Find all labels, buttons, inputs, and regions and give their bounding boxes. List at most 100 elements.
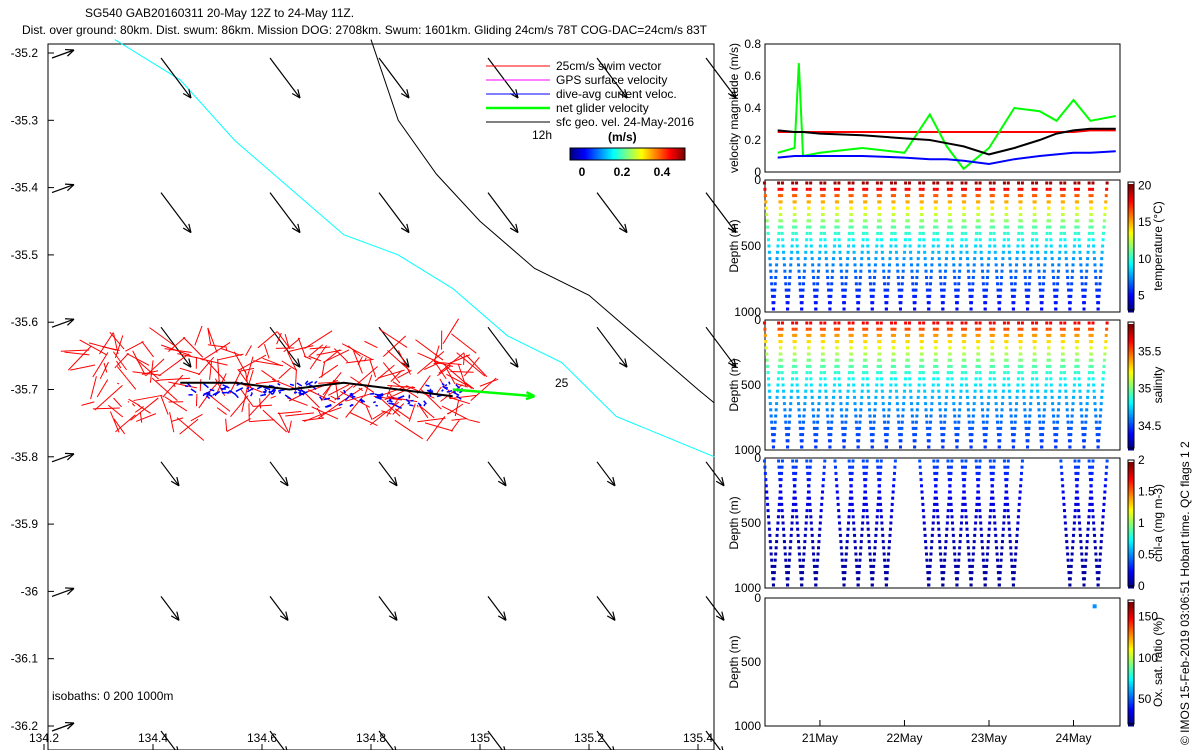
chla-point — [780, 502, 784, 506]
temperature-point — [994, 257, 998, 261]
salinity-point — [928, 433, 932, 437]
temperature-point — [1022, 263, 1026, 267]
temperature-point — [801, 282, 805, 286]
temperature-point — [886, 288, 890, 292]
salinity-point — [1089, 352, 1093, 356]
chla-point — [1007, 521, 1011, 525]
temperature-point — [775, 263, 779, 267]
velocity-y-tick: 0.8 — [744, 37, 761, 51]
chla-point — [875, 459, 879, 463]
salinity-point — [1098, 420, 1102, 424]
salinity-point — [791, 321, 795, 325]
sfc-velocity-arrow — [596, 461, 616, 487]
salinity-point — [1043, 395, 1047, 399]
chla-point — [935, 465, 939, 469]
temperature-point — [804, 244, 808, 248]
temperature-point — [989, 231, 993, 235]
swim-vector — [288, 420, 292, 434]
swim-vector — [450, 333, 477, 354]
salinity-point — [1049, 377, 1053, 381]
chla-point — [835, 490, 839, 494]
chla-point — [920, 490, 924, 494]
salinity-point — [957, 420, 961, 424]
chla-point — [776, 527, 780, 531]
salinity-point — [772, 433, 776, 437]
temperature-point — [1076, 219, 1080, 223]
salinity-point — [794, 327, 798, 331]
temperature-point — [989, 187, 993, 191]
salinity-point — [1008, 395, 1012, 399]
temperature-point — [795, 244, 799, 248]
salinity-point — [915, 414, 919, 418]
chla-point — [995, 552, 999, 556]
salinity-point — [1041, 420, 1045, 424]
chla-point — [945, 521, 949, 525]
temperature-point — [854, 276, 858, 279]
chla-point — [954, 564, 958, 568]
temperature-point — [925, 282, 929, 286]
temperature-point — [879, 225, 883, 229]
salinity-point — [834, 340, 838, 344]
chla-point — [798, 558, 802, 562]
salinity-point — [937, 389, 941, 393]
salinity-point — [901, 408, 905, 412]
dac-vector — [386, 400, 389, 403]
chla-point — [980, 546, 984, 550]
swim-vector — [294, 369, 297, 395]
chla-point — [996, 564, 1000, 568]
chla-point — [810, 527, 814, 531]
temperature-point — [988, 181, 992, 185]
temperature-point — [932, 181, 936, 185]
chla-point — [1019, 484, 1023, 488]
temperature-point — [1000, 263, 1004, 267]
temperature-point — [999, 288, 1003, 292]
temperature-point — [915, 276, 919, 279]
chla-point — [875, 521, 879, 525]
temperature-point — [948, 213, 952, 216]
temperature-point — [865, 238, 869, 242]
temperature-point — [1099, 269, 1103, 273]
temperature-point — [1019, 219, 1023, 223]
temperature-point — [905, 206, 909, 210]
temperature-point — [1032, 206, 1036, 210]
temperature-point — [962, 206, 966, 210]
credit-text: © IMOS 15-Feb-2019 03:06:51 Hobart time.… — [1178, 441, 1192, 745]
chla-point — [980, 540, 984, 544]
temperature-point — [1102, 225, 1106, 229]
salinity-point — [819, 371, 823, 375]
temperature-point — [999, 282, 1003, 286]
salinity-point — [844, 420, 848, 424]
temperature-point — [797, 269, 801, 273]
temperature-point — [858, 282, 862, 286]
temperature-point — [873, 276, 877, 279]
temperature-point — [1055, 294, 1059, 298]
salinity-point — [878, 352, 882, 356]
temperature-point — [1101, 238, 1105, 242]
temperature-point — [896, 276, 900, 279]
temperature-point — [791, 231, 795, 235]
temperature-point — [959, 250, 963, 254]
temperature-point — [810, 257, 814, 261]
temperature-point — [819, 187, 823, 191]
temperature-point — [885, 294, 889, 298]
temperature-point — [780, 231, 784, 235]
temperature-point — [994, 263, 998, 267]
chla-point — [809, 459, 813, 463]
swim-vector — [113, 397, 122, 408]
salinity-point — [1046, 333, 1050, 337]
temperature-point — [834, 194, 838, 198]
temperature-point — [1044, 244, 1048, 248]
salinity-point — [886, 420, 890, 424]
salinity-point — [1022, 395, 1026, 399]
swim-vector — [437, 365, 452, 377]
salinity-point — [896, 408, 900, 412]
salinity-point — [847, 371, 851, 375]
chla-point — [950, 509, 954, 513]
temperature-point — [1092, 250, 1096, 254]
salinity-point — [833, 321, 837, 325]
salinity-point — [970, 426, 974, 430]
temperature-point — [1091, 238, 1095, 242]
chla-point — [994, 540, 998, 544]
chla-point — [949, 502, 953, 506]
salinity-point — [927, 439, 931, 443]
